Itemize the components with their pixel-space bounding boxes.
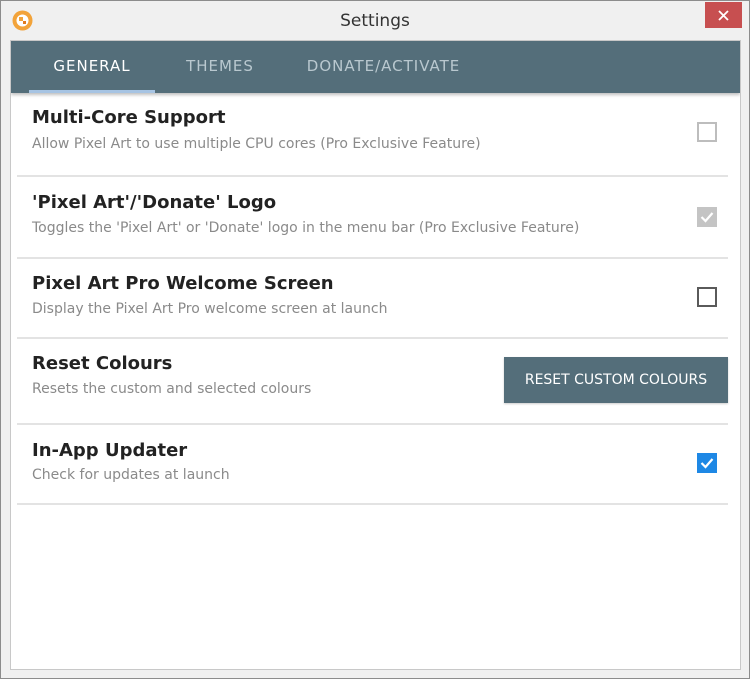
tab-donate-activate-label: DONATE/ACTIVATE (306, 57, 461, 75)
setting-reset-colours: Reset Colours Resets the custom and sele… (17, 339, 728, 425)
close-button[interactable] (705, 2, 742, 28)
setting-in-app-updater: In-App Updater Check for updates at laun… (17, 425, 728, 505)
setting-multi-core-support: Multi-Core Support Allow Pixel Art to us… (17, 93, 728, 177)
tab-bar: GENERAL THEMES DONATE/ACTIVATE (11, 41, 740, 93)
tab-general-label: GENERAL (53, 57, 131, 75)
title-bar: Settings (1, 1, 749, 39)
settings-panel: GENERAL THEMES DONATE/ACTIVATE Multi-Cor… (10, 40, 741, 670)
setting-description: Check for updates at launch (32, 467, 230, 483)
setting-logo-toggle: 'Pixel Art'/'Donate' Logo Toggles the 'P… (17, 177, 728, 259)
close-icon (718, 10, 729, 21)
setting-description: Allow Pixel Art to use multiple CPU core… (32, 136, 481, 152)
setting-title: 'Pixel Art'/'Donate' Logo (32, 192, 277, 213)
checkmark-icon (700, 212, 714, 223)
setting-title: Pixel Art Pro Welcome Screen (32, 273, 334, 294)
setting-title: Multi-Core Support (32, 107, 226, 128)
logo-toggle-checkbox[interactable] (697, 207, 717, 227)
tab-general[interactable]: GENERAL (29, 41, 155, 93)
setting-description: Resets the custom and selected colours (32, 381, 312, 397)
settings-list: Multi-Core Support Allow Pixel Art to us… (17, 93, 728, 505)
settings-window: Settings GENERAL THEMES DONATE/ACTIVATE … (0, 0, 750, 679)
setting-description: Display the Pixel Art Pro welcome screen… (32, 301, 388, 317)
setting-title: Reset Colours (32, 353, 173, 374)
setting-title: In-App Updater (32, 440, 188, 461)
tab-themes[interactable]: THEMES (171, 41, 269, 93)
welcome-screen-checkbox[interactable] (697, 287, 717, 307)
multi-core-support-checkbox[interactable] (697, 122, 717, 142)
window-title: Settings (340, 11, 410, 31)
in-app-updater-checkbox[interactable] (697, 453, 717, 473)
tab-donate-activate[interactable]: DONATE/ACTIVATE (291, 41, 476, 93)
setting-welcome-screen: Pixel Art Pro Welcome Screen Display the… (17, 259, 728, 339)
checkmark-icon (700, 458, 714, 469)
setting-description: Toggles the 'Pixel Art' or 'Donate' logo… (32, 220, 580, 236)
reset-custom-colours-button[interactable]: RESET CUSTOM COLOURS (504, 357, 728, 403)
tab-themes-label: THEMES (186, 57, 254, 75)
